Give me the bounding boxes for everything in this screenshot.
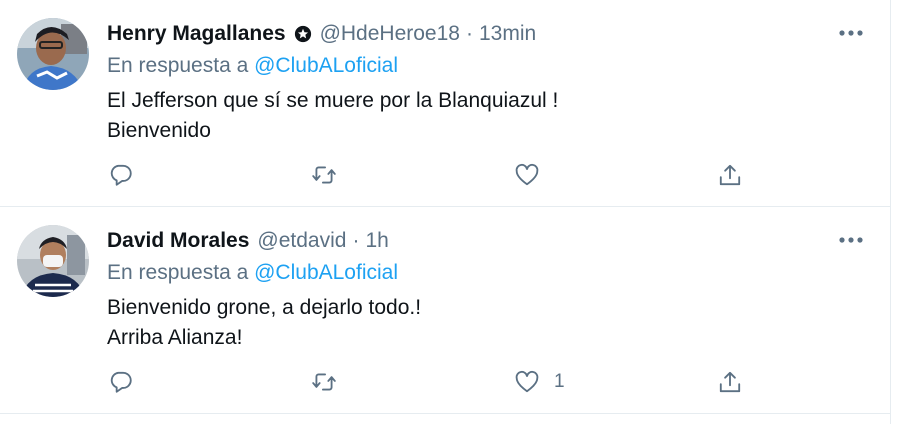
separator-dot: · bbox=[352, 229, 360, 252]
author-name[interactable]: Henry Magallanes bbox=[107, 22, 286, 46]
tweet-divider bbox=[0, 413, 890, 414]
retweet-button[interactable] bbox=[311, 160, 337, 190]
tweet-header: David Morales @etdavid · 1h bbox=[107, 227, 389, 255]
retweet-button[interactable] bbox=[311, 367, 337, 397]
tweet-actions bbox=[0, 160, 890, 190]
tweet-time[interactable]: 1h bbox=[365, 229, 388, 253]
reply-prefix: En respuesta a bbox=[107, 54, 249, 77]
reply-prefix: En respuesta a bbox=[107, 261, 249, 284]
tweet-text-line: Bienvenido grone, a dejarlo todo.! bbox=[107, 296, 422, 319]
heart-icon bbox=[515, 163, 539, 186]
more-dots-icon[interactable] bbox=[836, 229, 866, 251]
reply-mention[interactable]: @ClubALoficial bbox=[254, 54, 398, 77]
like-count: 1 bbox=[554, 371, 565, 392]
like-button[interactable]: 1 bbox=[514, 367, 565, 397]
tweet-text-line: Bienvenido bbox=[107, 119, 211, 142]
share-button[interactable] bbox=[717, 367, 743, 397]
reply-button[interactable] bbox=[108, 367, 134, 397]
reply-bubble-icon bbox=[110, 371, 132, 393]
share-icon bbox=[719, 164, 741, 186]
reply-context: En respuesta a @ClubALoficial bbox=[107, 54, 398, 78]
tweet-text-line: El Jefferson que sí se muere por la Blan… bbox=[107, 89, 559, 112]
heart-icon bbox=[515, 370, 539, 393]
timeline-border bbox=[890, 0, 891, 424]
author-name[interactable]: David Morales bbox=[107, 229, 249, 253]
tweet-text: Bienvenido grone, a dejarlo todo.! Arrib… bbox=[107, 293, 421, 353]
star-badge-icon bbox=[294, 25, 312, 43]
tweet-text: El Jefferson que sí se muere por la Blan… bbox=[107, 86, 558, 146]
tweet-text-line: Arriba Alianza! bbox=[107, 326, 243, 349]
like-button[interactable] bbox=[514, 160, 554, 190]
retweet-icon bbox=[312, 166, 336, 184]
reply-context: En respuesta a @ClubALoficial bbox=[107, 261, 398, 285]
share-button[interactable] bbox=[717, 160, 743, 190]
avatar[interactable] bbox=[17, 18, 89, 90]
tweet-time[interactable]: 13min bbox=[479, 22, 536, 46]
tweet-header: Henry Magallanes @HdeHeroe18 · 13min bbox=[107, 20, 536, 48]
author-handle[interactable]: @HdeHeroe18 bbox=[320, 22, 460, 46]
tweet-reply[interactable]: David Morales @etdavid · 1h En respuesta… bbox=[0, 207, 890, 414]
reply-bubble-icon bbox=[110, 164, 132, 186]
avatar[interactable] bbox=[17, 225, 89, 297]
reply-button[interactable] bbox=[108, 160, 134, 190]
retweet-icon bbox=[312, 373, 336, 391]
tweet-reply[interactable]: Henry Magallanes @HdeHeroe18 · 13min En … bbox=[0, 0, 890, 206]
reply-mention[interactable]: @ClubALoficial bbox=[254, 261, 398, 284]
author-handle[interactable]: @etdavid bbox=[257, 229, 346, 253]
separator-dot: · bbox=[465, 22, 473, 45]
more-dots-icon[interactable] bbox=[836, 22, 866, 44]
tweet-actions: 1 bbox=[0, 367, 890, 397]
share-icon bbox=[719, 371, 741, 393]
